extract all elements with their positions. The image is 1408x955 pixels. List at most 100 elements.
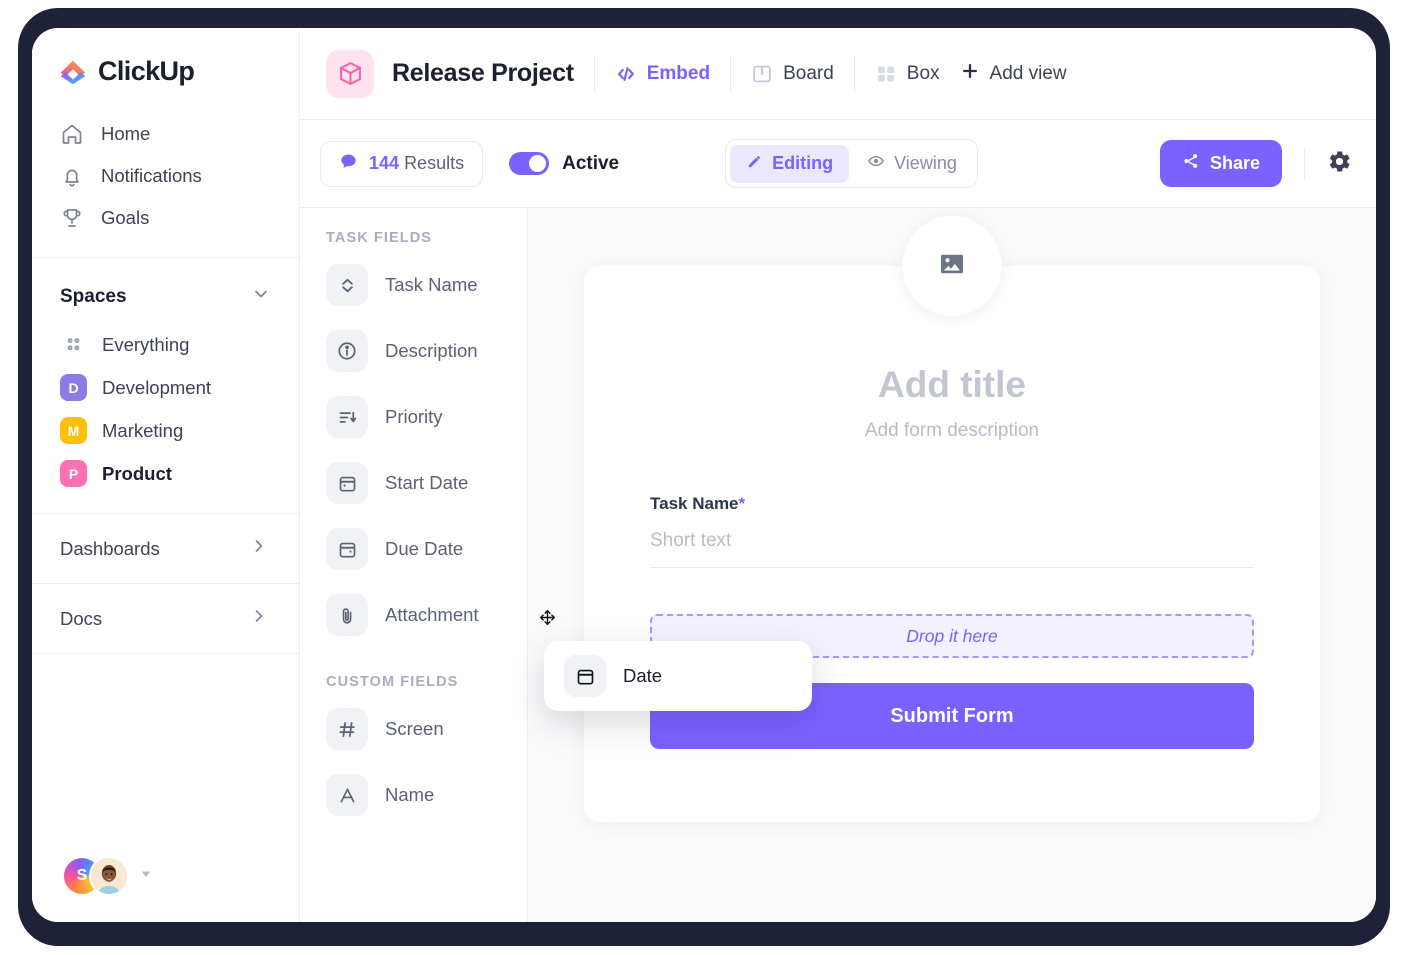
field-label: Due Date <box>385 538 464 559</box>
space-label: Product <box>102 462 172 484</box>
bell-icon <box>60 164 84 188</box>
tab-box[interactable]: Box <box>875 63 940 85</box>
spaces-title: Spaces <box>60 285 127 307</box>
letter-a-icon <box>326 774 368 816</box>
space-label: Everything <box>102 333 190 355</box>
dragged-field-card[interactable]: Date <box>544 641 812 711</box>
sort-desc-icon <box>326 396 368 438</box>
form-card: Add title Add form description Task Name… <box>584 216 1320 822</box>
sidebar-item-home[interactable]: Home <box>32 113 299 155</box>
hash-icon <box>326 708 368 750</box>
sidebar-item-label: Home <box>101 123 151 144</box>
field-item-description[interactable]: Description <box>300 318 527 384</box>
field-item-priority[interactable]: Priority <box>300 384 527 450</box>
tab-editing[interactable]: Editing <box>730 144 850 183</box>
chevron-updown-icon <box>326 264 368 306</box>
chevron-down-icon[interactable] <box>251 284 271 309</box>
field-item-name[interactable]: Name <box>300 762 527 828</box>
person-avatar-icon <box>91 858 127 894</box>
move-cursor-icon <box>538 608 557 632</box>
box-grid-icon <box>875 63 897 85</box>
active-toggle[interactable]: Active <box>509 152 619 175</box>
plus-icon <box>960 61 980 87</box>
results-label: Results <box>404 153 465 173</box>
separator <box>730 56 732 91</box>
tab-label: Board <box>783 62 834 84</box>
task-name-field-label: Task Name* <box>650 494 1254 514</box>
form-image-upload[interactable] <box>902 216 1002 316</box>
sidebar-item-dashboards[interactable]: Dashboards <box>32 518 299 579</box>
toggle-switch[interactable] <box>509 152 550 175</box>
sidebar-item-notifications[interactable]: Notifications <box>32 155 299 197</box>
field-label: Priority <box>385 406 443 427</box>
field-label: Screen <box>385 718 444 739</box>
chevron-right-icon <box>249 606 269 631</box>
chevron-down-icon[interactable] <box>139 867 153 886</box>
sidebar-item-docs[interactable]: Docs <box>32 588 299 649</box>
project-header: Release Project Embed Board Box Add view <box>300 28 1376 120</box>
toggle-knob <box>529 155 547 172</box>
tab-viewing[interactable]: Viewing <box>851 144 973 183</box>
sidebar-item-development[interactable]: D Development <box>32 366 299 409</box>
sidebar-divider <box>32 653 299 654</box>
separator <box>593 56 595 91</box>
task-name-label-text: Task Name <box>650 494 739 513</box>
tab-board[interactable]: Board <box>751 63 834 85</box>
space-badge: D <box>60 374 87 401</box>
task-name-input[interactable]: Short text <box>650 514 1254 568</box>
code-icon <box>615 63 637 85</box>
avatar-photo[interactable] <box>89 856 129 896</box>
results-button[interactable]: 144 Results <box>320 140 484 187</box>
field-item-screen[interactable]: Screen <box>300 696 527 762</box>
form-toolbar: 144 Results Active Editing Viewing Share <box>300 120 1376 208</box>
tab-label: Viewing <box>894 153 957 173</box>
comment-bubble-icon <box>339 152 358 176</box>
form-title-placeholder[interactable]: Add title <box>650 364 1254 406</box>
calendar-icon <box>564 655 606 697</box>
space-label: Marketing <box>102 419 184 441</box>
form-description-placeholder[interactable]: Add form description <box>650 420 1254 442</box>
sidebar-item-product[interactable]: P Product <box>32 452 299 495</box>
sidebar-item-marketing[interactable]: M Marketing <box>32 409 299 452</box>
results-text: 144 Results <box>369 153 464 174</box>
field-item-attachment[interactable]: Attachment <box>300 582 527 648</box>
field-item-start-date[interactable]: Start Date <box>300 450 527 516</box>
spaces-list: Everything D Development M Marketing P P… <box>32 323 299 495</box>
pencil-icon <box>746 153 763 175</box>
space-label: Development <box>102 376 212 398</box>
tab-embed[interactable]: Embed <box>615 63 710 85</box>
brand-logo[interactable]: ClickUp <box>32 28 299 109</box>
gear-icon <box>1327 149 1352 179</box>
primary-nav: Home Notifications Goals <box>32 109 299 253</box>
sidebar-item-label: Goals <box>101 207 150 228</box>
user-avatars[interactable]: S <box>62 856 153 896</box>
project-cube-icon <box>326 49 374 98</box>
add-view-label: Add view <box>989 62 1067 84</box>
share-label: Share <box>1209 153 1260 173</box>
tab-label: Embed <box>646 62 711 84</box>
info-circle-icon <box>326 330 368 372</box>
settings-button[interactable] <box>1304 148 1352 179</box>
field-label: Name <box>385 784 435 805</box>
tab-label: Editing <box>772 153 834 173</box>
field-item-task-name[interactable]: Task Name <box>300 252 527 318</box>
share-button[interactable]: Share <box>1159 140 1282 187</box>
drop-zone-label: Drop it here <box>906 625 998 646</box>
field-item-due-date[interactable]: Due Date <box>300 516 527 582</box>
spaces-header[interactable]: Spaces <box>32 262 299 323</box>
share-icon <box>1182 152 1200 175</box>
paperclip-icon <box>326 594 368 636</box>
eye-icon <box>867 152 885 175</box>
sidebar-item-label: Docs <box>60 607 103 629</box>
add-view-button[interactable]: Add view <box>960 61 1067 87</box>
sidebar-item-label: Dashboards <box>60 537 160 559</box>
home-icon <box>60 122 84 146</box>
trophy-icon <box>60 206 84 230</box>
calendar-icon <box>326 462 368 504</box>
builder-content: TASK FIELDS Task Name Description Priori… <box>300 208 1376 922</box>
sidebar-item-everything[interactable]: Everything <box>32 323 299 366</box>
sidebar-item-goals[interactable]: Goals <box>32 197 299 239</box>
required-asterisk: * <box>738 494 746 513</box>
main-area: Release Project Embed Board Box Add view… <box>300 28 1376 922</box>
calendar-icon <box>326 528 368 570</box>
